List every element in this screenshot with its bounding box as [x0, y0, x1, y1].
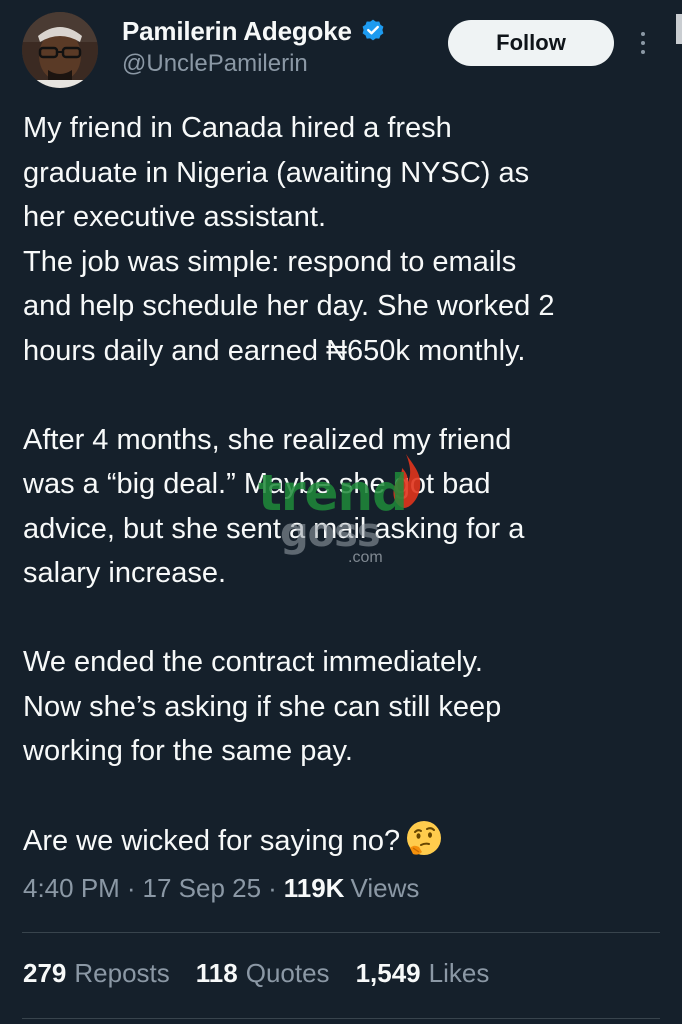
reposts-label: Reposts	[74, 958, 170, 988]
more-options-icon[interactable]	[632, 26, 654, 60]
likes-label: Likes	[428, 958, 490, 988]
meta-separator: ·	[126, 873, 136, 903]
author-name-row: Pamilerin Adegoke	[122, 14, 386, 48]
meta-separator: ·	[268, 873, 277, 903]
tweet-meta: 4:40 PM · 17 Sep 25 · 119K Views	[23, 873, 419, 904]
tweet-text: My friend in Canada hired a fresh gradua…	[23, 106, 673, 864]
tweet-paragraph-last: Are we wicked for saying no?	[23, 818, 673, 864]
tweet-paragraph: My friend in Canada hired a fresh gradua…	[23, 112, 555, 367]
reposts-stat[interactable]: 279 Reposts	[23, 958, 170, 989]
quotes-label: Quotes	[245, 958, 330, 988]
scrollbar-thumb[interactable]	[676, 14, 682, 44]
thinking-face-icon	[404, 818, 444, 858]
engagement-stats: 279 Reposts 118 Quotes 1,549 Likes	[23, 958, 515, 989]
tweet-paragraph: After 4 months, she realized my friend w…	[23, 423, 525, 590]
tweet-time[interactable]: 4:40 PM	[23, 873, 120, 904]
reposts-count: 279	[23, 958, 67, 988]
tweet-paragraph: We ended the contract immediately. Now s…	[23, 646, 502, 767]
divider	[22, 932, 660, 933]
likes-count: 1,549	[355, 958, 421, 988]
follow-button[interactable]: Follow	[448, 20, 614, 66]
views-count: 119K	[283, 873, 345, 903]
tweet-date[interactable]: 17 Sep 25	[143, 873, 262, 904]
divider	[22, 1018, 660, 1019]
tweet-paragraph: Are we wicked for saying no?	[23, 825, 401, 857]
avatar[interactable]	[22, 12, 98, 88]
avatar-image	[22, 12, 98, 88]
verified-badge-icon	[360, 18, 386, 44]
author-handle[interactable]: @UnclePamilerin	[122, 50, 308, 78]
author-display-name[interactable]: Pamilerin Adegoke	[122, 16, 352, 47]
views-label: Views	[350, 873, 420, 903]
likes-stat[interactable]: 1,549 Likes	[356, 958, 490, 989]
quotes-count: 118	[195, 958, 238, 988]
tweet-header: Pamilerin Adegoke @UnclePamilerin Follow	[0, 0, 682, 100]
quotes-stat[interactable]: 118 Quotes	[196, 958, 330, 989]
